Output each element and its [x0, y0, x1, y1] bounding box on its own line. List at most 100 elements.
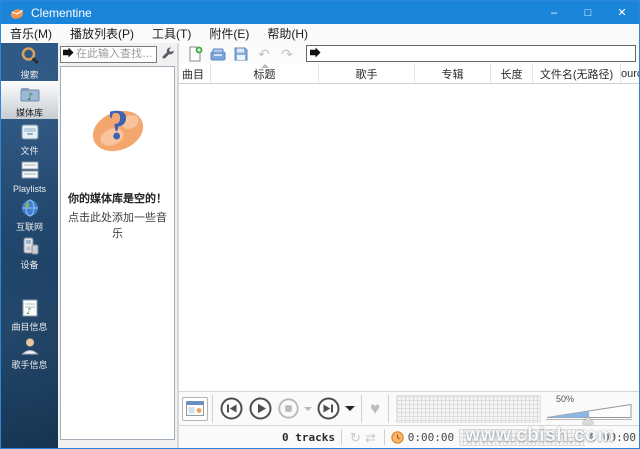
volume-handle[interactable] [582, 417, 594, 424]
sidebar-item-playlists[interactable]: Playlists [1, 157, 58, 195]
now-playing-icon [186, 401, 204, 416]
column-header-track[interactable]: 曲目 [179, 64, 211, 83]
library-search-box [60, 45, 157, 63]
menu-help[interactable]: 帮助(H) [258, 25, 317, 42]
now-playing-toggle-button[interactable] [182, 396, 208, 421]
sidebar-item-label: 歌手信息 [11, 359, 48, 370]
next-icon [317, 397, 340, 420]
status-slider-area [459, 428, 585, 446]
library-icon: ♪ [19, 83, 41, 107]
column-header-filename[interactable]: 文件名(无路径) [533, 64, 621, 83]
next-options-dropdown-icon[interactable] [345, 406, 355, 411]
files-icon [19, 121, 41, 145]
wrench-icon [162, 47, 174, 59]
sidebar: 搜索 ♪ 媒体库 文件 Playlists 互联网 设备 ♪ 曲目信息 歌手信息 [1, 43, 58, 448]
redo-button[interactable]: ↷ [279, 46, 295, 62]
column-header-length[interactable]: 长度 [491, 64, 533, 83]
separator [340, 429, 342, 445]
svg-text:♪: ♪ [26, 92, 32, 103]
empty-library-title: 你的媒体库是空的！ [68, 193, 167, 205]
column-header-album[interactable]: 专辑 [415, 64, 491, 83]
internet-icon [19, 197, 41, 221]
empty-library-logo-icon: ? [88, 95, 148, 164]
playlist-toolbar: ↶ ↷ [179, 43, 639, 64]
sidebar-item-internet[interactable]: 互联网 [1, 195, 58, 233]
next-track-button[interactable] [316, 396, 341, 421]
elapsed-time: 0:00:00 [407, 430, 455, 444]
shuffle-icon[interactable]: ⇄ [365, 431, 376, 444]
clementine-window: Clementine – □ ✕ 音乐(M) 播放列表(P) 工具(T) 附件(… [0, 0, 640, 449]
play-time-icon [391, 430, 404, 444]
column-header-source[interactable]: ource [621, 64, 639, 83]
filter-arrow-icon[interactable] [310, 45, 321, 63]
svg-text:♪: ♪ [26, 307, 32, 317]
sidebar-item-devices[interactable]: 设备 [1, 233, 58, 271]
sidebar-item-library[interactable]: ♪ 媒体库 [1, 81, 58, 119]
save-playlist-icon [234, 47, 248, 60]
volume-control[interactable]: 50% [544, 392, 636, 425]
menu-playlist[interactable]: 播放列表(P) [61, 25, 143, 42]
previous-track-button[interactable] [219, 396, 244, 421]
status-bar: 0 tracks ↻ ⇄ 0:00:00 0:00:00 [179, 425, 639, 448]
load-playlist-icon [210, 48, 226, 60]
library-list[interactable]: ? 你的媒体库是空的！ 点击此处添加一些音乐 [60, 66, 175, 440]
separator [388, 394, 390, 423]
playlists-icon [19, 159, 41, 183]
maximize-button[interactable]: □ [571, 1, 605, 24]
sidebar-item-files[interactable]: 文件 [1, 119, 58, 157]
playlist-filter-input[interactable] [324, 47, 632, 60]
sidebar-item-artist-info[interactable]: 歌手信息 [1, 333, 58, 371]
sidebar-item-label: 互联网 [15, 221, 43, 232]
search-icon [19, 45, 41, 69]
menu-bar: 音乐(M) 播放列表(P) 工具(T) 附件(E) 帮助(H) [1, 24, 639, 43]
love-track-button[interactable]: ♥ [370, 400, 380, 417]
svg-text:?: ? [107, 103, 128, 149]
close-button[interactable]: ✕ [605, 1, 639, 24]
title-bar: Clementine – □ ✕ [1, 1, 639, 24]
menu-extras[interactable]: 附件(E) [200, 25, 258, 42]
add-music-link[interactable]: 点击此处添加一些音乐 [61, 209, 174, 241]
devices-icon [19, 235, 41, 259]
stop-options-dropdown-icon[interactable] [304, 406, 312, 411]
repeat-icon[interactable]: ↻ [350, 431, 361, 444]
minimize-button[interactable]: – [537, 1, 571, 24]
separator [361, 394, 362, 423]
play-button[interactable] [248, 396, 273, 421]
playlist-header: 曲目 标题 歌手 专辑 长度 文件名(无路径) ource [179, 64, 639, 84]
sidebar-item-search[interactable]: 搜索 [1, 43, 58, 81]
sort-indicator-icon [260, 64, 269, 68]
save-playlist-button[interactable] [233, 46, 249, 62]
track-seek-slider[interactable] [396, 394, 541, 423]
sidebar-item-label: 设备 [20, 259, 39, 270]
song-info-icon: ♪ [19, 297, 41, 321]
menu-tools[interactable]: 工具(T) [143, 25, 200, 42]
load-playlist-button[interactable] [210, 46, 226, 62]
new-playlist-icon [189, 46, 203, 61]
clementine-logo-icon [10, 6, 24, 20]
playlist-body[interactable] [179, 84, 639, 391]
new-playlist-button[interactable] [187, 46, 203, 62]
column-header-title[interactable]: 标题 [211, 64, 319, 83]
library-settings-button[interactable] [160, 46, 175, 62]
library-panel: ? 你的媒体库是空的！ 点击此处添加一些音乐 [58, 43, 179, 448]
stop-button[interactable] [277, 397, 300, 420]
window-controls: – □ ✕ [537, 1, 639, 24]
track-count: 0 tracks [282, 430, 335, 444]
separator [212, 394, 213, 423]
main-area: 搜索 ♪ 媒体库 文件 Playlists 互联网 设备 ♪ 曲目信息 歌手信息… [1, 43, 639, 448]
menu-music[interactable]: 音乐(M) [1, 25, 61, 42]
column-header-artist[interactable]: 歌手 [319, 64, 415, 83]
filter-arrow-icon[interactable] [63, 45, 74, 63]
library-search-input[interactable] [76, 48, 154, 60]
window-title: Clementine [31, 5, 92, 20]
play-icon [249, 397, 272, 420]
separator [383, 429, 385, 445]
previous-icon [220, 397, 243, 420]
sidebar-item-label: 文件 [20, 145, 39, 156]
playlist-filter-box [306, 45, 636, 62]
sidebar-item-song-info[interactable]: ♪ 曲目信息 [1, 295, 58, 333]
total-time: 0:00:00 [589, 430, 636, 444]
undo-button[interactable]: ↶ [256, 46, 272, 62]
player-controls: ♥ 50% [179, 391, 639, 425]
